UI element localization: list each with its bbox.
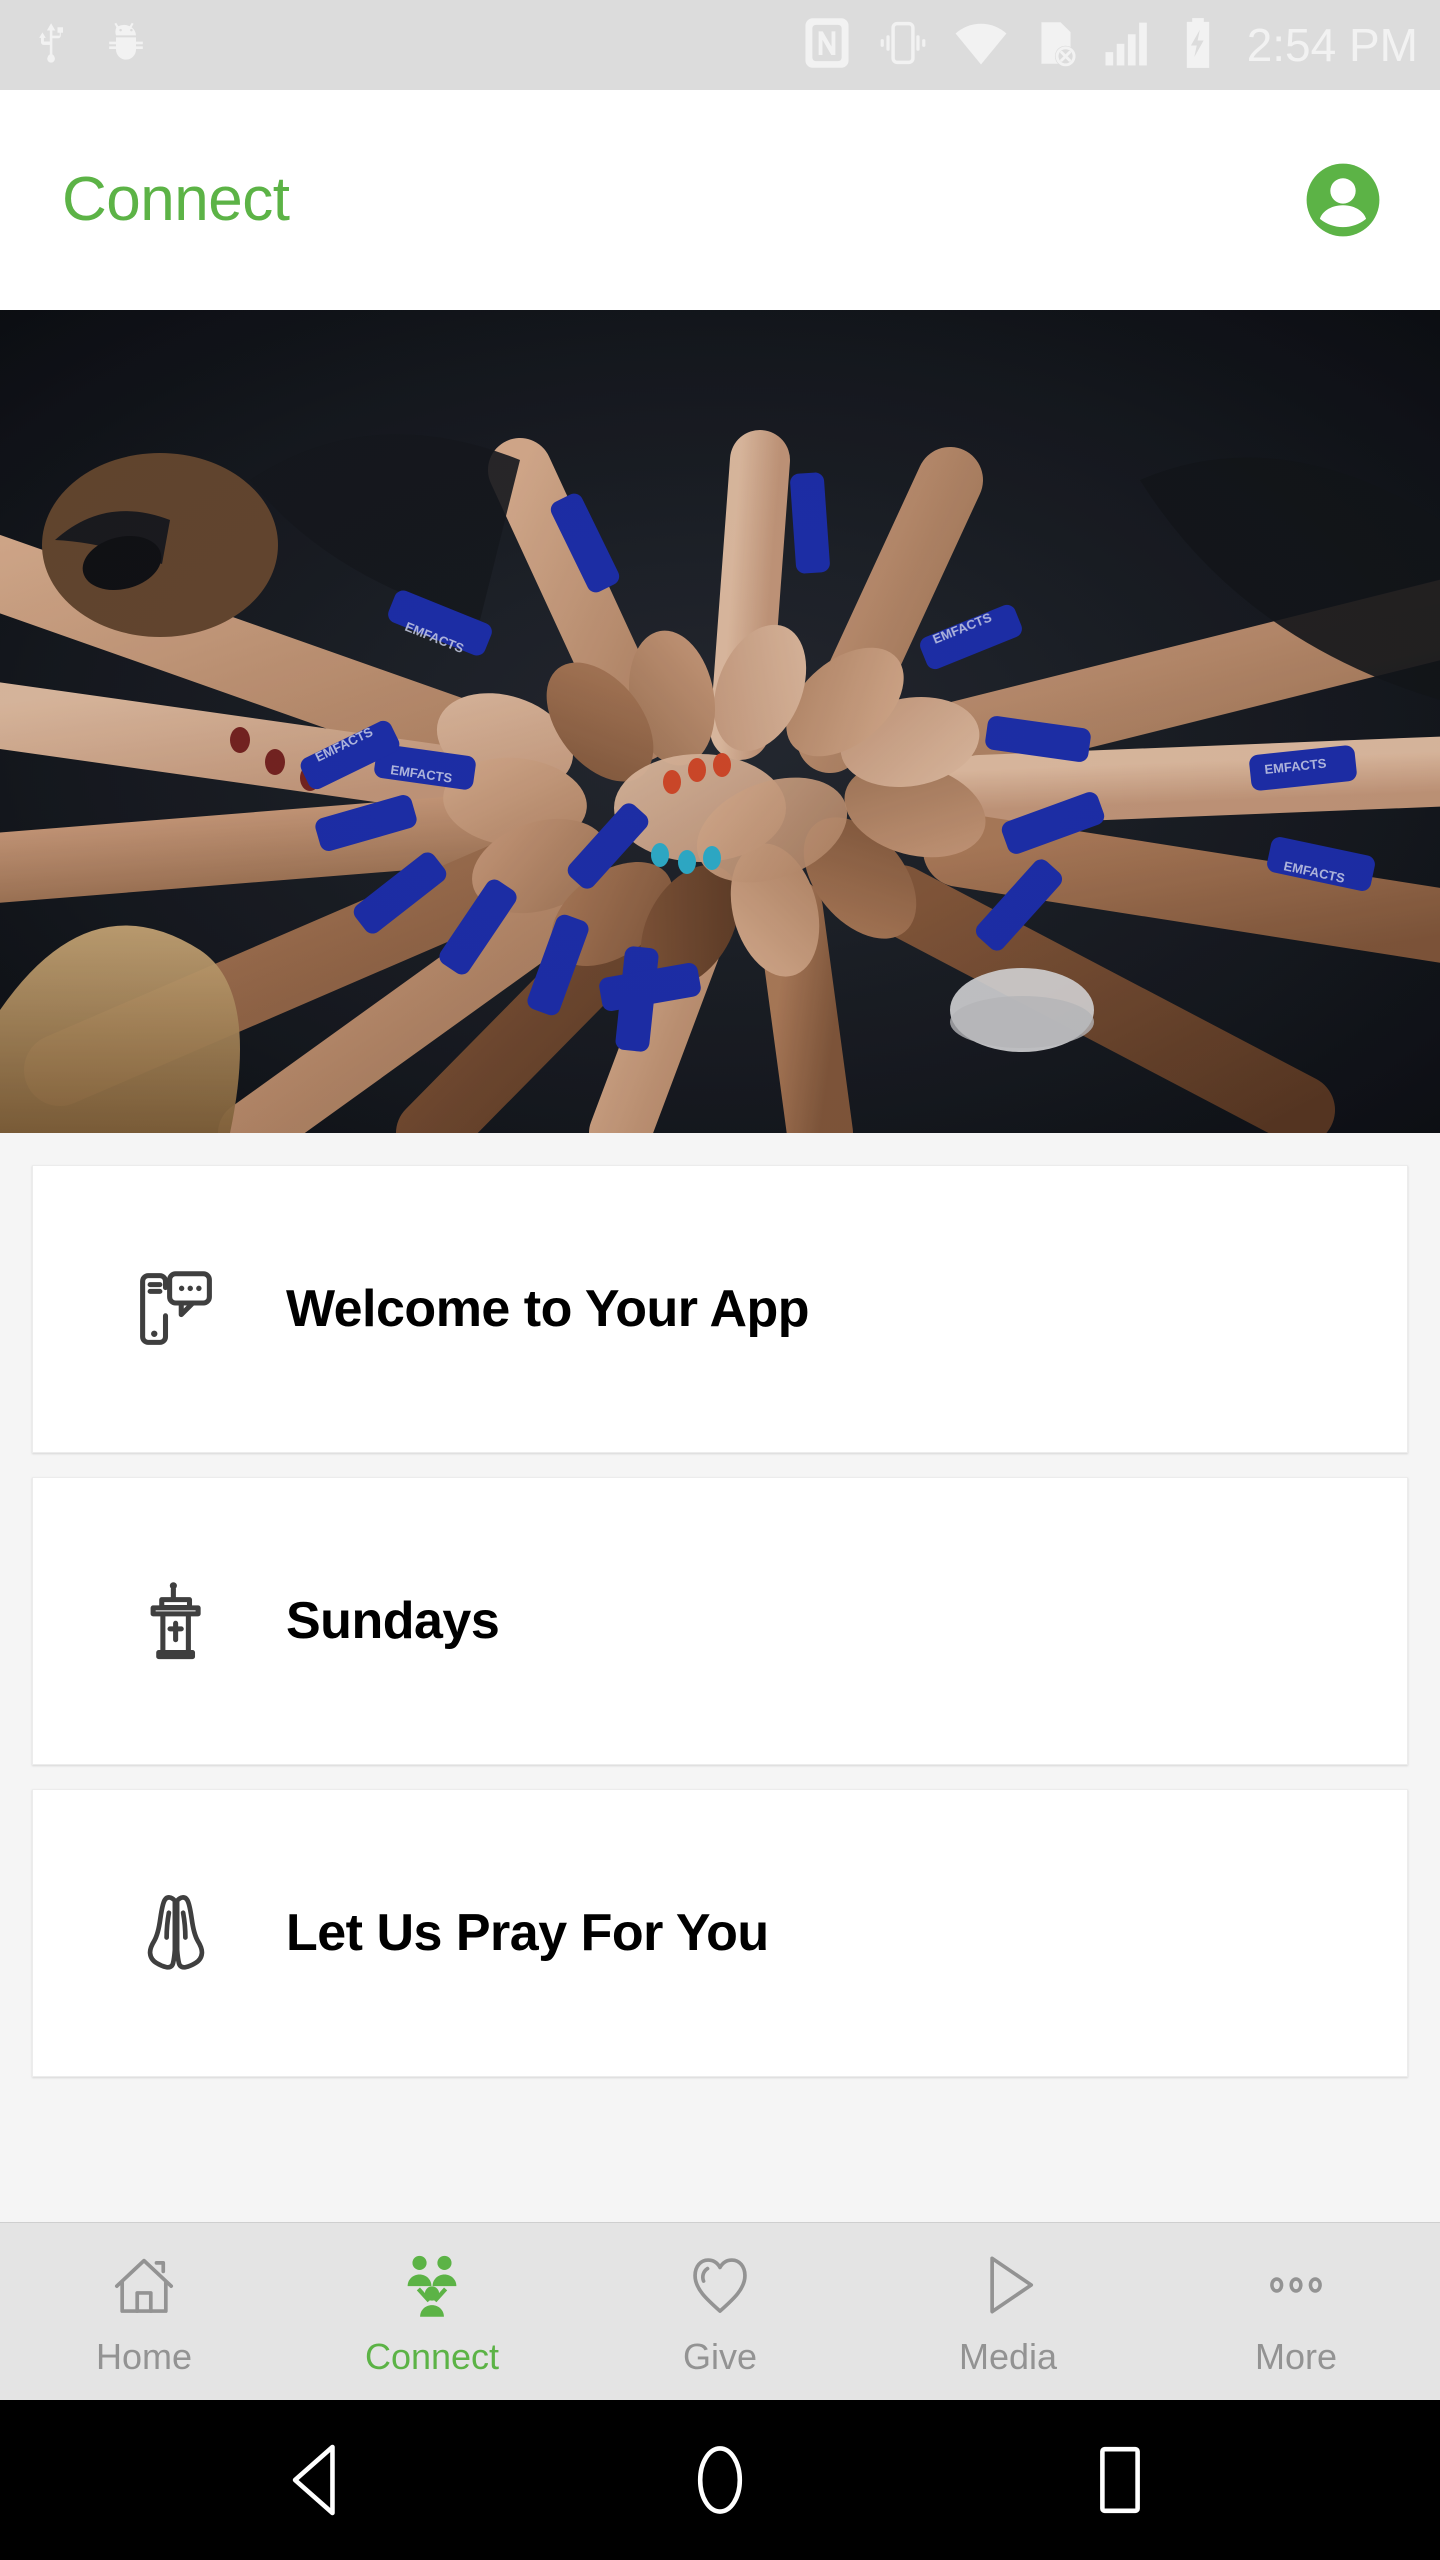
content-area: Welcome to Your App Sundays Let Us Pray … bbox=[0, 1133, 1440, 2222]
play-triangle-icon bbox=[972, 2249, 1044, 2321]
list-item[interactable]: Let Us Pray For You bbox=[32, 1789, 1408, 2077]
tab-connect[interactable]: Connect bbox=[288, 2223, 576, 2400]
android-debug-icon bbox=[102, 19, 150, 72]
list-item-label: Let Us Pray For You bbox=[286, 1904, 769, 1962]
signal-bars-icon bbox=[1103, 18, 1157, 73]
nfc-icon bbox=[801, 15, 853, 76]
battery-charging-icon bbox=[1179, 16, 1217, 75]
recents-square-icon[interactable] bbox=[1060, 2420, 1180, 2540]
status-bar-left-icons bbox=[30, 19, 150, 72]
tab-label: Give bbox=[682, 2335, 758, 2377]
no-sim-icon bbox=[1031, 17, 1081, 74]
back-triangle-icon[interactable] bbox=[260, 2420, 380, 2540]
account-circle-icon[interactable] bbox=[1304, 161, 1382, 239]
status-bar-clock: 2:54 PM bbox=[1246, 19, 1418, 71]
hero-image: EMFACTS EMFACTS EMFACTS EMFACTS EMFACTS … bbox=[0, 310, 1440, 1133]
bottom-tab-bar: Home Connect Give Media More bbox=[0, 2222, 1440, 2400]
android-system-nav bbox=[0, 2400, 1440, 2560]
home-icon bbox=[108, 2249, 180, 2321]
list-item-label: Sundays bbox=[286, 1592, 500, 1650]
phone-screen: 2:54 PM Connect EMFACTS EMFACTS EMFACTS … bbox=[0, 0, 1440, 2560]
list-item[interactable]: Welcome to Your App bbox=[32, 1165, 1408, 1453]
tab-label: Connect bbox=[364, 2335, 500, 2377]
tab-media[interactable]: Media bbox=[864, 2223, 1152, 2400]
more-dots-icon bbox=[1260, 2249, 1332, 2321]
usb-icon bbox=[30, 19, 74, 72]
home-circle-icon[interactable] bbox=[660, 2420, 780, 2540]
people-group-icon bbox=[396, 2249, 468, 2321]
list-item-label: Welcome to Your App bbox=[286, 1280, 810, 1338]
tab-give[interactable]: Give bbox=[576, 2223, 864, 2400]
pulpit-icon bbox=[128, 1576, 224, 1666]
praying-hands-icon bbox=[128, 1888, 224, 1978]
tab-label: More bbox=[1254, 2335, 1338, 2377]
phone-chat-icon bbox=[128, 1264, 224, 1354]
list-item[interactable]: Sundays bbox=[32, 1477, 1408, 1765]
page-title: Connect bbox=[62, 165, 290, 234]
status-bar: 2:54 PM bbox=[0, 0, 1440, 90]
app-bar: Connect bbox=[0, 90, 1440, 310]
vibrate-icon bbox=[875, 17, 931, 74]
status-bar-right-icons: 2:54 PM bbox=[801, 15, 1418, 76]
tab-label: Home bbox=[95, 2335, 193, 2377]
tab-more[interactable]: More bbox=[1152, 2223, 1440, 2400]
wifi-icon bbox=[953, 19, 1009, 72]
heart-icon bbox=[684, 2249, 756, 2321]
tab-label: Media bbox=[958, 2335, 1058, 2377]
tab-home[interactable]: Home bbox=[0, 2223, 288, 2400]
